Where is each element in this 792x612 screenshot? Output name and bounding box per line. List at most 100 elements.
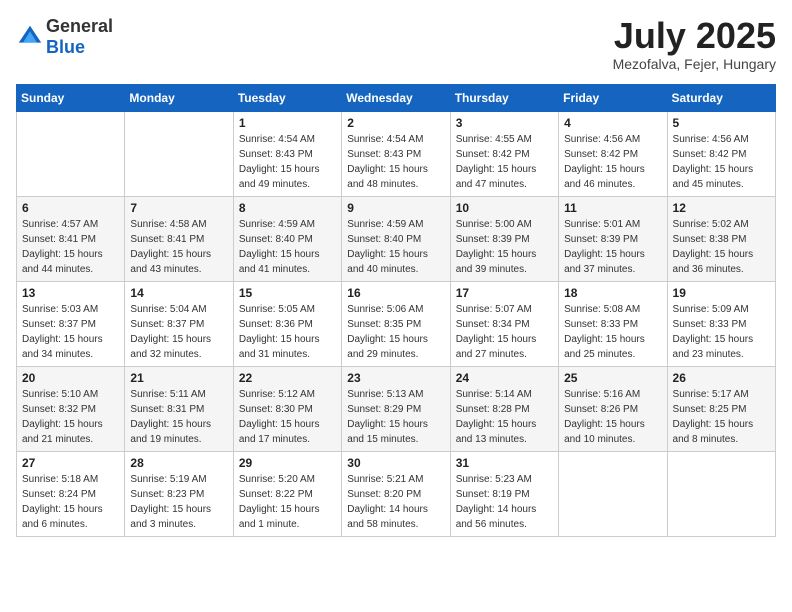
day-detail: Sunrise: 4:55 AMSunset: 8:42 PMDaylight:… bbox=[456, 132, 553, 192]
calendar-cell: 26 Sunrise: 5:17 AMSunset: 8:25 PMDayligh… bbox=[667, 366, 775, 451]
day-number: 28 bbox=[130, 456, 227, 470]
logo: General Blue bbox=[16, 16, 113, 58]
calendar-cell: 9Sunrise: 4:59 AMSunset: 8:40 PMDaylight… bbox=[342, 196, 450, 281]
day-number: 4 bbox=[564, 116, 661, 130]
calendar-cell: 18 Sunrise: 5:08 AMSunset: 8:33 PMDayligh… bbox=[559, 281, 667, 366]
location-title: Mezofalva, Fejer, Hungary bbox=[613, 56, 776, 72]
day-number: 13 bbox=[22, 286, 119, 300]
calendar-cell: 7 Sunrise: 4:58 AMSunset: 8:41 PMDaylight… bbox=[125, 196, 233, 281]
calendar-cell bbox=[667, 451, 775, 536]
day-number: 6 bbox=[22, 201, 119, 215]
day-number: 20 bbox=[22, 371, 119, 385]
calendar-cell: 14 Sunrise: 5:04 AMSunset: 8:37 PMDayligh… bbox=[125, 281, 233, 366]
day-detail: Sunrise: 5:12 AMSunset: 8:30 PMDaylight:… bbox=[239, 387, 336, 447]
day-detail: Sunrise: 5:17 AMSunset: 8:25 PMDaylight:… bbox=[673, 387, 770, 447]
day-number: 14 bbox=[130, 286, 227, 300]
weekday-header: Monday bbox=[125, 84, 233, 111]
weekday-header: Saturday bbox=[667, 84, 775, 111]
weekday-header: Wednesday bbox=[342, 84, 450, 111]
calendar-week-row: 20 Sunrise: 5:10 AMSunset: 8:32 PMDayligh… bbox=[17, 366, 776, 451]
calendar-table: SundayMondayTuesdayWednesdayThursdayFrid… bbox=[16, 84, 776, 537]
day-detail: Sunrise: 5:06 AMSunset: 8:35 PMDaylight:… bbox=[347, 302, 444, 362]
day-detail: Sunrise: 4:59 AMSunset: 8:40 PMDaylight:… bbox=[239, 217, 336, 277]
day-number: 16 bbox=[347, 286, 444, 300]
logo-general-text: General bbox=[46, 16, 113, 36]
calendar-week-row: 27 Sunrise: 5:18 AMSunset: 8:24 PMDayligh… bbox=[17, 451, 776, 536]
day-detail: Sunrise: 4:59 AMSunset: 8:40 PMDaylight:… bbox=[347, 217, 444, 277]
calendar-week-row: 13 Sunrise: 5:03 AMSunset: 8:37 PMDayligh… bbox=[17, 281, 776, 366]
day-detail: Sunrise: 5:09 AMSunset: 8:33 PMDaylight:… bbox=[673, 302, 770, 362]
day-detail: Sunrise: 5:08 AMSunset: 8:33 PMDaylight:… bbox=[564, 302, 661, 362]
day-detail: Sunrise: 4:54 AMSunset: 8:43 PMDaylight:… bbox=[347, 132, 444, 192]
calendar-cell: 3 Sunrise: 4:55 AMSunset: 8:42 PMDaylight… bbox=[450, 111, 558, 196]
calendar-cell: 5 Sunrise: 4:56 AMSunset: 8:42 PMDaylight… bbox=[667, 111, 775, 196]
calendar-cell: 2 Sunrise: 4:54 AMSunset: 8:43 PMDaylight… bbox=[342, 111, 450, 196]
day-detail: Sunrise: 5:18 AMSunset: 8:24 PMDaylight:… bbox=[22, 472, 119, 532]
day-detail: Sunrise: 4:58 AMSunset: 8:41 PMDaylight:… bbox=[130, 217, 227, 277]
day-detail: Sunrise: 4:56 AMSunset: 8:42 PMDaylight:… bbox=[673, 132, 770, 192]
weekday-header: Sunday bbox=[17, 84, 125, 111]
calendar-cell: 30Sunrise: 5:21 AMSunset: 8:20 PMDayligh… bbox=[342, 451, 450, 536]
calendar-cell: 1 Sunrise: 4:54 AMSunset: 8:43 PMDaylight… bbox=[233, 111, 341, 196]
calendar-cell: 10 Sunrise: 5:00 AMSunset: 8:39 PMDayligh… bbox=[450, 196, 558, 281]
day-number: 18 bbox=[564, 286, 661, 300]
day-detail: Sunrise: 5:14 AMSunset: 8:28 PMDaylight:… bbox=[456, 387, 553, 447]
day-detail: Sunrise: 5:16 AMSunset: 8:26 PMDaylight:… bbox=[564, 387, 661, 447]
calendar-cell bbox=[559, 451, 667, 536]
calendar-cell: 25 Sunrise: 5:16 AMSunset: 8:26 PMDayligh… bbox=[559, 366, 667, 451]
weekday-header: Thursday bbox=[450, 84, 558, 111]
calendar-cell: 28 Sunrise: 5:19 AMSunset: 8:23 PMDayligh… bbox=[125, 451, 233, 536]
day-detail: Sunrise: 5:19 AMSunset: 8:23 PMDaylight:… bbox=[130, 472, 227, 532]
page-header: General Blue July 2025 Mezofalva, Fejer,… bbox=[16, 16, 776, 72]
day-detail: Sunrise: 5:13 AMSunset: 8:29 PMDaylight:… bbox=[347, 387, 444, 447]
day-number: 27 bbox=[22, 456, 119, 470]
day-detail: Sunrise: 5:10 AMSunset: 8:32 PMDaylight:… bbox=[22, 387, 119, 447]
day-number: 15 bbox=[239, 286, 336, 300]
day-detail: Sunrise: 5:03 AMSunset: 8:37 PMDaylight:… bbox=[22, 302, 119, 362]
calendar-cell: 16 Sunrise: 5:06 AMSunset: 8:35 PMDayligh… bbox=[342, 281, 450, 366]
day-detail: Sunrise: 5:07 AMSunset: 8:34 PMDaylight:… bbox=[456, 302, 553, 362]
day-number: 11 bbox=[564, 201, 661, 215]
calendar-cell: 31Sunrise: 5:23 AMSunset: 8:19 PMDayligh… bbox=[450, 451, 558, 536]
day-detail: Sunrise: 5:05 AMSunset: 8:36 PMDaylight:… bbox=[239, 302, 336, 362]
calendar-cell: 12Sunrise: 5:02 AMSunset: 8:38 PMDayligh… bbox=[667, 196, 775, 281]
calendar-cell: 24 Sunrise: 5:14 AMSunset: 8:28 PMDayligh… bbox=[450, 366, 558, 451]
day-detail: Sunrise: 5:23 AMSunset: 8:19 PMDaylight:… bbox=[456, 472, 553, 532]
calendar-header-row: SundayMondayTuesdayWednesdayThursdayFrid… bbox=[17, 84, 776, 111]
calendar-cell: 6Sunrise: 4:57 AMSunset: 8:41 PMDaylight… bbox=[17, 196, 125, 281]
calendar-cell: 11Sunrise: 5:01 AMSunset: 8:39 PMDayligh… bbox=[559, 196, 667, 281]
day-detail: Sunrise: 5:04 AMSunset: 8:37 PMDaylight:… bbox=[130, 302, 227, 362]
logo-blue-text: Blue bbox=[46, 37, 85, 57]
day-number: 10 bbox=[456, 201, 553, 215]
day-number: 8 bbox=[239, 201, 336, 215]
day-number: 25 bbox=[564, 371, 661, 385]
day-detail: Sunrise: 4:54 AMSunset: 8:43 PMDaylight:… bbox=[239, 132, 336, 192]
calendar-cell: 27 Sunrise: 5:18 AMSunset: 8:24 PMDayligh… bbox=[17, 451, 125, 536]
day-detail: Sunrise: 5:20 AMSunset: 8:22 PMDaylight:… bbox=[239, 472, 336, 532]
day-detail: Sunrise: 5:11 AMSunset: 8:31 PMDaylight:… bbox=[130, 387, 227, 447]
day-number: 7 bbox=[130, 201, 227, 215]
day-number: 26 bbox=[673, 371, 770, 385]
day-detail: Sunrise: 5:02 AMSunset: 8:38 PMDaylight:… bbox=[673, 217, 770, 277]
day-number: 5 bbox=[673, 116, 770, 130]
calendar-cell: 4 Sunrise: 4:56 AMSunset: 8:42 PMDaylight… bbox=[559, 111, 667, 196]
day-number: 24 bbox=[456, 371, 553, 385]
calendar-cell: 21Sunrise: 5:11 AMSunset: 8:31 PMDayligh… bbox=[125, 366, 233, 451]
day-detail: Sunrise: 4:56 AMSunset: 8:42 PMDaylight:… bbox=[564, 132, 661, 192]
day-number: 22 bbox=[239, 371, 336, 385]
weekday-header: Friday bbox=[559, 84, 667, 111]
calendar-week-row: 1 Sunrise: 4:54 AMSunset: 8:43 PMDaylight… bbox=[17, 111, 776, 196]
day-number: 2 bbox=[347, 116, 444, 130]
day-number: 1 bbox=[239, 116, 336, 130]
calendar-cell: 8 Sunrise: 4:59 AMSunset: 8:40 PMDaylight… bbox=[233, 196, 341, 281]
day-number: 23 bbox=[347, 371, 444, 385]
calendar-cell bbox=[125, 111, 233, 196]
month-title: July 2025 bbox=[613, 16, 776, 56]
day-number: 19 bbox=[673, 286, 770, 300]
weekday-header: Tuesday bbox=[233, 84, 341, 111]
day-number: 29 bbox=[239, 456, 336, 470]
day-number: 3 bbox=[456, 116, 553, 130]
calendar-cell: 29 Sunrise: 5:20 AMSunset: 8:22 PMDayligh… bbox=[233, 451, 341, 536]
calendar-cell: 23 Sunrise: 5:13 AMSunset: 8:29 PMDayligh… bbox=[342, 366, 450, 451]
day-detail: Sunrise: 5:00 AMSunset: 8:39 PMDaylight:… bbox=[456, 217, 553, 277]
